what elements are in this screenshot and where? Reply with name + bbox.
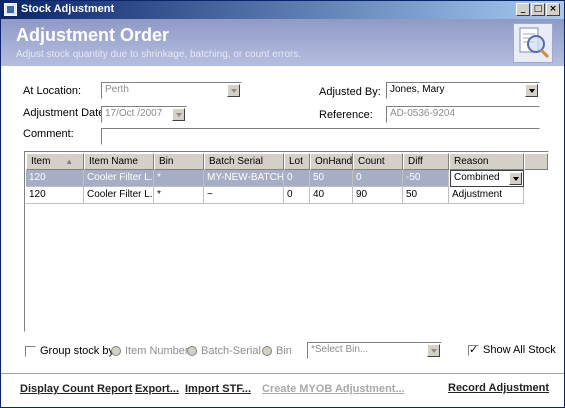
group-stock-checkbox[interactable] [25, 346, 36, 357]
minimize-button[interactable]: _ [516, 3, 530, 16]
cell-count[interactable]: 90 [353, 187, 403, 204]
cell-reason[interactable]: Adjustment [449, 187, 524, 204]
column-header-lot[interactable]: Lot [284, 153, 310, 170]
select-bin-dropdown[interactable]: *Select Bin... [307, 342, 442, 359]
record-adjustment-link[interactable]: Record Adjustment [448, 382, 549, 394]
cell-item[interactable]: 120 [26, 170, 84, 187]
create-myob-adjustment-link[interactable]: Create MYOB Adjustment... [262, 383, 405, 395]
radio-batch-serial-label: Batch-Serial [201, 345, 261, 357]
column-header-filler [524, 153, 548, 170]
maximize-button[interactable]: □ [531, 3, 545, 16]
group-stock-label: Group stock by : [40, 345, 121, 357]
cell-count[interactable]: 0 [353, 170, 403, 187]
magnifier-document-icon [513, 23, 553, 63]
radio-item-number-label: Item Number [125, 345, 189, 357]
chevron-down-icon [227, 84, 240, 97]
export-link[interactable]: Export... [135, 383, 179, 395]
cell-onhand[interactable]: 50 [310, 170, 353, 187]
cell-bin[interactable]: * [154, 187, 204, 204]
chevron-down-icon [525, 84, 538, 97]
cell-item[interactable]: 120 [26, 187, 84, 204]
cell-batch-serial[interactable]: ~ [204, 187, 284, 204]
cell-lot[interactable]: 0 [284, 187, 310, 204]
cell-batch-serial[interactable]: MY-NEW-BATCH [204, 170, 284, 187]
radio-bin[interactable] [262, 346, 272, 356]
import-stf-link[interactable]: Import STF... [185, 383, 251, 395]
show-all-stock-checkbox[interactable] [468, 343, 479, 356]
adjusted-by-value: Jones, Mary [390, 84, 445, 95]
page-title: Adjustment Order [16, 25, 170, 45]
calendar-dropdown-icon [172, 108, 185, 121]
reason-value: Combined [454, 172, 500, 183]
cell-onhand[interactable]: 40 [310, 187, 353, 204]
column-header-label: Item [31, 156, 51, 167]
cell-bin[interactable]: * [154, 170, 204, 187]
reference-value: AD-0536-9204 [390, 108, 456, 119]
display-count-report-link[interactable]: Display Count Report [20, 383, 132, 395]
title-bar[interactable]: Stock Adjustment _ □ × [1, 1, 564, 19]
chevron-down-icon [427, 344, 440, 357]
app-icon [4, 3, 17, 16]
adjusted-by-select[interactable]: Jones, Mary [386, 82, 540, 99]
column-header-batch-serial[interactable]: Batch Serial [204, 153, 284, 170]
cell-diff[interactable]: 50 [403, 187, 449, 204]
reason-dropdown[interactable]: Combined [450, 170, 524, 187]
stock-grid[interactable]: Item ▲ Item Name Bin Batch Serial Lot On… [24, 151, 549, 332]
cell-item-name[interactable]: Cooler Filter L... [84, 170, 154, 187]
close-button[interactable]: × [546, 3, 560, 16]
cell-diff[interactable]: -50 [403, 170, 449, 187]
chevron-down-icon [509, 172, 522, 185]
reference-field[interactable]: AD-0536-9204 [386, 106, 540, 123]
radio-bin-label: Bin [276, 345, 292, 357]
column-header-count[interactable]: Count [353, 153, 403, 170]
column-header-item[interactable]: Item ▲ [26, 153, 84, 170]
sort-ascending-icon: ▲ [65, 157, 74, 166]
comment-label: Comment: [23, 128, 74, 140]
stock-adjustment-window: Stock Adjustment _ □ × Adjustment Order … [0, 0, 565, 408]
location-select[interactable]: Perth [101, 82, 242, 99]
adjustment-date-picker[interactable]: 17/Oct /2007 [101, 106, 187, 123]
window-title: Stock Adjustment [21, 3, 115, 15]
column-header-reason[interactable]: Reason [449, 153, 524, 170]
adjusted-by-label: Adjusted By: [319, 86, 381, 98]
column-header-item-name[interactable]: Item Name [84, 153, 154, 170]
select-bin-value: *Select Bin... [311, 344, 369, 355]
page-header: Adjustment Order Adjust stock quantity d… [1, 19, 564, 66]
column-header-diff[interactable]: Diff [403, 153, 449, 170]
adjustment-date-value: 17/Oct /2007 [105, 108, 163, 119]
radio-item-number[interactable] [111, 346, 121, 356]
location-label: At Location: [23, 85, 82, 97]
cell-item-name[interactable]: Cooler Filter L... [84, 187, 154, 204]
footer-divider [1, 373, 564, 374]
show-all-stock-label: Show All Stock [483, 344, 556, 356]
cell-lot[interactable]: 0 [284, 170, 310, 187]
column-header-bin[interactable]: Bin [154, 153, 204, 170]
page-subtitle: Adjust stock quantity due to shrinkage, … [16, 49, 302, 60]
radio-batch-serial[interactable] [187, 346, 197, 356]
reference-label: Reference: [319, 109, 373, 121]
column-header-onhand[interactable]: OnHand [310, 153, 353, 170]
adjustment-date-label: Adjustment Date: [23, 107, 108, 119]
comment-field[interactable] [101, 128, 540, 145]
location-value: Perth [105, 84, 129, 95]
